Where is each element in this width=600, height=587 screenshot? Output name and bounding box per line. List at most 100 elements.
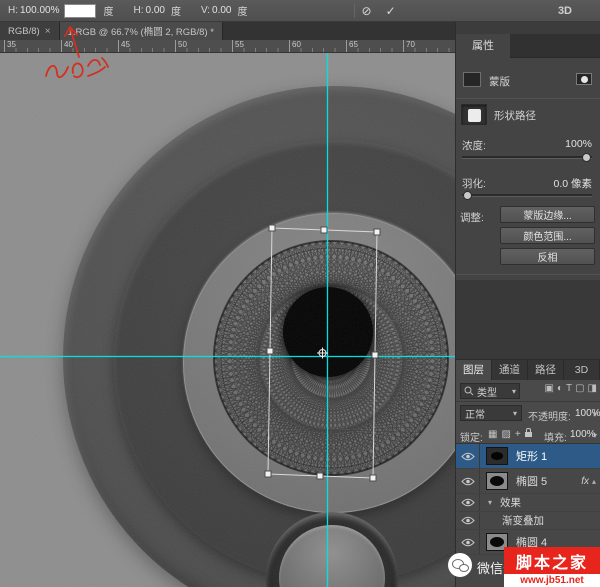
layer-name: 椭圆 5 bbox=[516, 473, 547, 489]
layer-thumbnail[interactable] bbox=[486, 472, 508, 490]
eye-icon bbox=[461, 516, 475, 525]
transform-options-bar: H: 100.00% 度 H: 0.00 度 V: 0.00 度 ⊘ ✓ 3D bbox=[0, 0, 600, 22]
filter-smart-objects-icon[interactable]: ◨ bbox=[588, 383, 597, 394]
transform-bounding-box[interactable] bbox=[0, 53, 455, 587]
document-tab-active[interactable]: 1.RGB @ 66.7% (椭圆 2, RGB/8) * bbox=[60, 22, 223, 40]
feather-slider[interactable] bbox=[462, 194, 592, 197]
layer-row-gradient-overlay[interactable]: 渐变叠加 bbox=[456, 512, 600, 530]
layer-filter-select[interactable]: 类型 ▾ bbox=[460, 383, 520, 399]
wechat-icon bbox=[448, 553, 472, 577]
shape-path-well bbox=[461, 104, 487, 125]
chevron-down-icon: ▾ bbox=[488, 498, 492, 507]
h-skew-value-field[interactable]: 0.00 bbox=[145, 5, 164, 16]
right-panel: 属性 蒙版 形状路径 浓度: 100% 羽化: 0.0 像素 调整: 蒙版边缘.… bbox=[455, 22, 600, 587]
layer-effects-badge[interactable]: fx bbox=[581, 476, 589, 487]
collapse-effects-icon[interactable]: ▴ bbox=[592, 477, 596, 486]
filter-adjustment-layers-icon[interactable]: ◐ bbox=[557, 383, 563, 394]
layers-tabstrip: 图层 通道 路径 3D bbox=[456, 360, 600, 380]
layer-row-effects[interactable]: ▾ 效果 bbox=[456, 494, 600, 512]
reference-point-icon bbox=[317, 348, 328, 359]
layer-row-rectangle-1[interactable]: 矩形 1 bbox=[456, 444, 600, 469]
lock-label: 锁定: bbox=[460, 429, 483, 444]
density-label: 浓度: bbox=[462, 138, 486, 153]
properties-tab-label: 属性 bbox=[472, 40, 494, 52]
close-tab-icon[interactable]: × bbox=[45, 26, 51, 37]
properties-panel: 蒙版 形状路径 浓度: 100% 羽化: 0.0 像素 调整: 蒙版边缘... … bbox=[456, 58, 600, 280]
tab-channels[interactable]: 通道 bbox=[492, 360, 528, 380]
filter-pixel-layers-icon[interactable]: ▣ bbox=[544, 383, 553, 394]
scale-value-field[interactable]: 100.00% bbox=[20, 5, 59, 16]
eye-icon bbox=[461, 477, 475, 486]
ruler-tick-label: 55 bbox=[235, 40, 244, 49]
density-slider-knob[interactable] bbox=[582, 153, 591, 162]
ruler-tick-label: 70 bbox=[406, 40, 415, 49]
tab-properties[interactable]: 属性 bbox=[456, 34, 510, 58]
mask-badge-icon bbox=[576, 73, 592, 85]
visibility-toggle[interactable] bbox=[456, 444, 480, 468]
mask-edge-button[interactable]: 蒙版边缘... bbox=[500, 206, 595, 223]
lock-all-icon[interactable] bbox=[525, 432, 532, 437]
visibility-toggle[interactable] bbox=[456, 469, 480, 493]
blend-mode-select[interactable]: 正常 ▾ bbox=[460, 405, 522, 421]
invert-button[interactable]: 反相 bbox=[500, 248, 595, 265]
tab-label: 1.RGB @ 66.7% (椭圆 2, RGB/8) * bbox=[68, 24, 214, 38]
degree-unit-label: 度 bbox=[103, 3, 113, 18]
shape-path-label: 形状路径 bbox=[494, 108, 536, 123]
divider bbox=[456, 98, 600, 99]
properties-tabstrip: 属性 bbox=[456, 34, 600, 58]
chevron-down-icon: ▾ bbox=[512, 387, 516, 396]
layer-filter-row: 类型 ▾ ▣ ◐ T ▢ ◨ bbox=[456, 380, 600, 402]
visibility-toggle[interactable] bbox=[456, 512, 480, 529]
feather-slider-knob[interactable] bbox=[463, 191, 472, 200]
degree-unit-label: 度 bbox=[171, 3, 181, 18]
mask-thumbnail[interactable] bbox=[463, 72, 481, 87]
filter-type-label: 类型 bbox=[477, 384, 497, 399]
document-tab-bar: RGB/8) × 1.RGB @ 66.7% (椭圆 2, RGB/8) * bbox=[0, 22, 455, 40]
brand-banner: 脚本之家 bbox=[504, 547, 600, 574]
commit-transform-icon[interactable]: ✓ bbox=[379, 4, 403, 18]
layer-thumbnail[interactable] bbox=[486, 447, 508, 465]
density-slider[interactable] bbox=[462, 156, 592, 159]
scale-label: H: bbox=[8, 5, 18, 16]
tab-layers[interactable]: 图层 bbox=[456, 360, 492, 380]
color-range-button[interactable]: 颜色范围... bbox=[500, 227, 595, 244]
effects-group-label: 效果 bbox=[500, 495, 521, 510]
density-value[interactable]: 100% bbox=[565, 138, 592, 150]
brand-url: www.jb51.net bbox=[504, 574, 600, 587]
h-skew-label: H: bbox=[133, 5, 143, 16]
lock-pixels-icon[interactable]: ▨ bbox=[501, 429, 510, 440]
opacity-label: 不透明度: bbox=[528, 408, 571, 423]
layer-name: 矩形 1 bbox=[516, 448, 547, 464]
layer-row-ellipse-5[interactable]: 椭圆 5 fx ▴ bbox=[456, 469, 600, 494]
ruler-tick-label: 65 bbox=[349, 40, 358, 49]
horizontal-ruler[interactable]: 35 40 45 50 55 60 65 70 bbox=[0, 40, 455, 53]
tab-3d[interactable]: 3D bbox=[564, 360, 600, 380]
degree-unit-label: 度 bbox=[238, 3, 248, 18]
chevron-down-icon[interactable]: ▾ bbox=[593, 431, 597, 440]
blend-mode-value: 正常 bbox=[465, 406, 485, 421]
panel-gap bbox=[456, 280, 600, 360]
tab-label: RGB/8) bbox=[8, 26, 40, 37]
v-skew-value-field[interactable]: 0.00 bbox=[212, 5, 231, 16]
feather-label: 羽化: bbox=[462, 176, 486, 191]
watermark: 微信号 脚本之家 www.jb51.net bbox=[446, 543, 600, 587]
cancel-transform-icon[interactable]: ⊘ bbox=[355, 4, 379, 18]
filter-shape-layers-icon[interactable]: ▢ bbox=[575, 383, 584, 394]
fill-label: 填充: bbox=[544, 429, 567, 444]
filter-type-layers-icon[interactable]: T bbox=[566, 383, 572, 394]
visibility-toggle[interactable] bbox=[456, 494, 480, 511]
divider bbox=[456, 274, 600, 275]
effect-name: 渐变叠加 bbox=[502, 513, 544, 528]
tab-paths[interactable]: 路径 bbox=[528, 360, 564, 380]
lock-position-icon[interactable]: + bbox=[515, 429, 521, 440]
document-canvas[interactable] bbox=[0, 53, 455, 587]
feather-value[interactable]: 0.0 像素 bbox=[553, 176, 592, 191]
chevron-down-icon[interactable]: ▾ bbox=[593, 410, 597, 419]
rotation-angle-input[interactable] bbox=[64, 4, 96, 18]
document-tab-previous[interactable]: RGB/8) × bbox=[0, 22, 60, 40]
workspace-3d-label[interactable]: 3D bbox=[558, 5, 572, 17]
eye-icon bbox=[461, 498, 475, 507]
lock-transparency-icon[interactable]: ▦ bbox=[488, 429, 497, 440]
search-icon bbox=[464, 386, 474, 396]
fill-value[interactable]: 100% bbox=[570, 429, 596, 440]
